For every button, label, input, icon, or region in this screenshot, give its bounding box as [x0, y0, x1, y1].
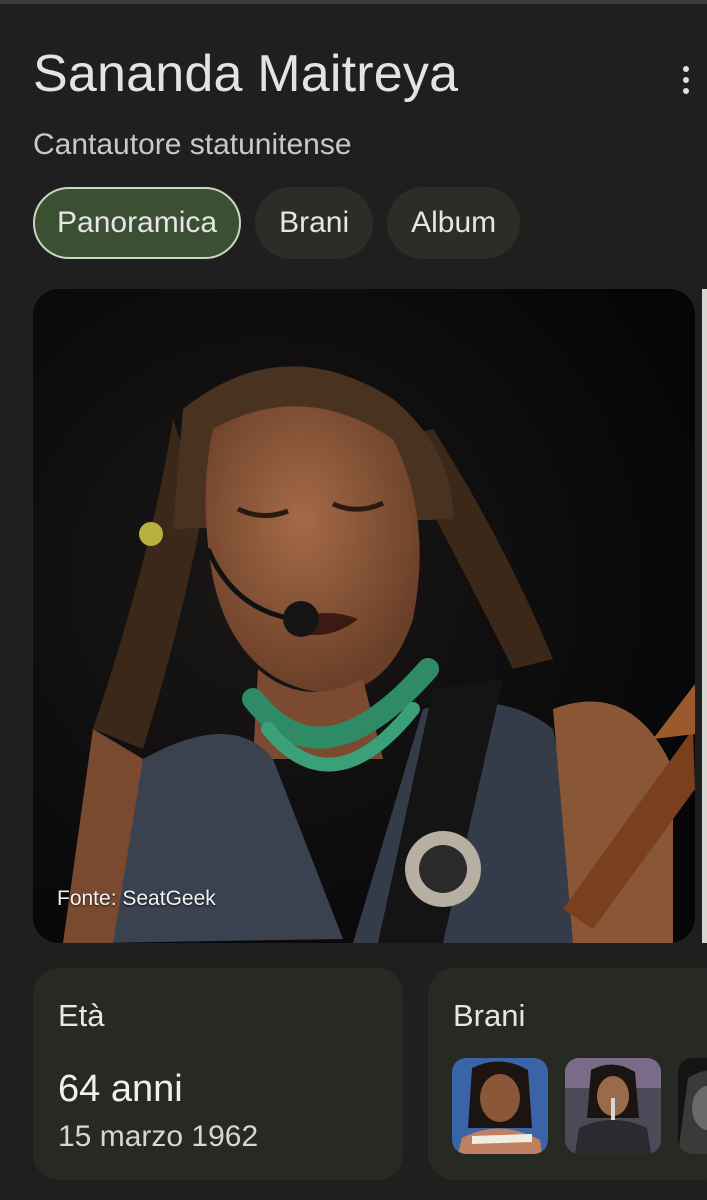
tab-panoramica[interactable]: Panoramica — [33, 187, 242, 259]
tab-album[interactable]: Album — [387, 187, 521, 259]
song-thumbnail-image — [565, 1058, 661, 1154]
tab-brani[interactable]: Brani — [255, 187, 374, 259]
menu-dot — [683, 66, 689, 72]
age-label: Età — [58, 998, 105, 1033]
song-thumbnail[interactable] — [678, 1058, 707, 1154]
tab-bar: Panoramica Brani Album — [33, 187, 521, 259]
songs-label: Brani — [453, 998, 526, 1033]
status-divider — [0, 0, 707, 4]
menu-dot — [683, 88, 689, 94]
song-thumbnail[interactable] — [452, 1058, 548, 1154]
birth-date: 15 marzo 1962 — [58, 1120, 259, 1153]
artist-photo[interactable] — [33, 289, 695, 943]
song-thumbnail-image — [452, 1058, 548, 1154]
song-thumbnail[interactable] — [565, 1058, 661, 1154]
more-vert-icon[interactable] — [666, 60, 706, 100]
artist-photo-image — [33, 289, 695, 943]
knowledge-panel: Sananda Maitreya Cantautore statunitense… — [0, 0, 707, 1200]
page-subtitle: Cantautore statunitense — [33, 128, 352, 161]
songs-card[interactable]: Brani — [428, 968, 707, 1180]
photo-source-credit: Fonte: SeatGeek — [57, 887, 216, 910]
next-photo-preview[interactable] — [702, 289, 707, 943]
page-title: Sananda Maitreya — [33, 45, 459, 103]
age-value: 64 anni — [58, 1068, 183, 1110]
age-card[interactable]: Età 64 anni 15 marzo 1962 — [33, 968, 403, 1180]
song-thumbnail-image — [678, 1058, 707, 1154]
menu-dot — [683, 77, 689, 83]
